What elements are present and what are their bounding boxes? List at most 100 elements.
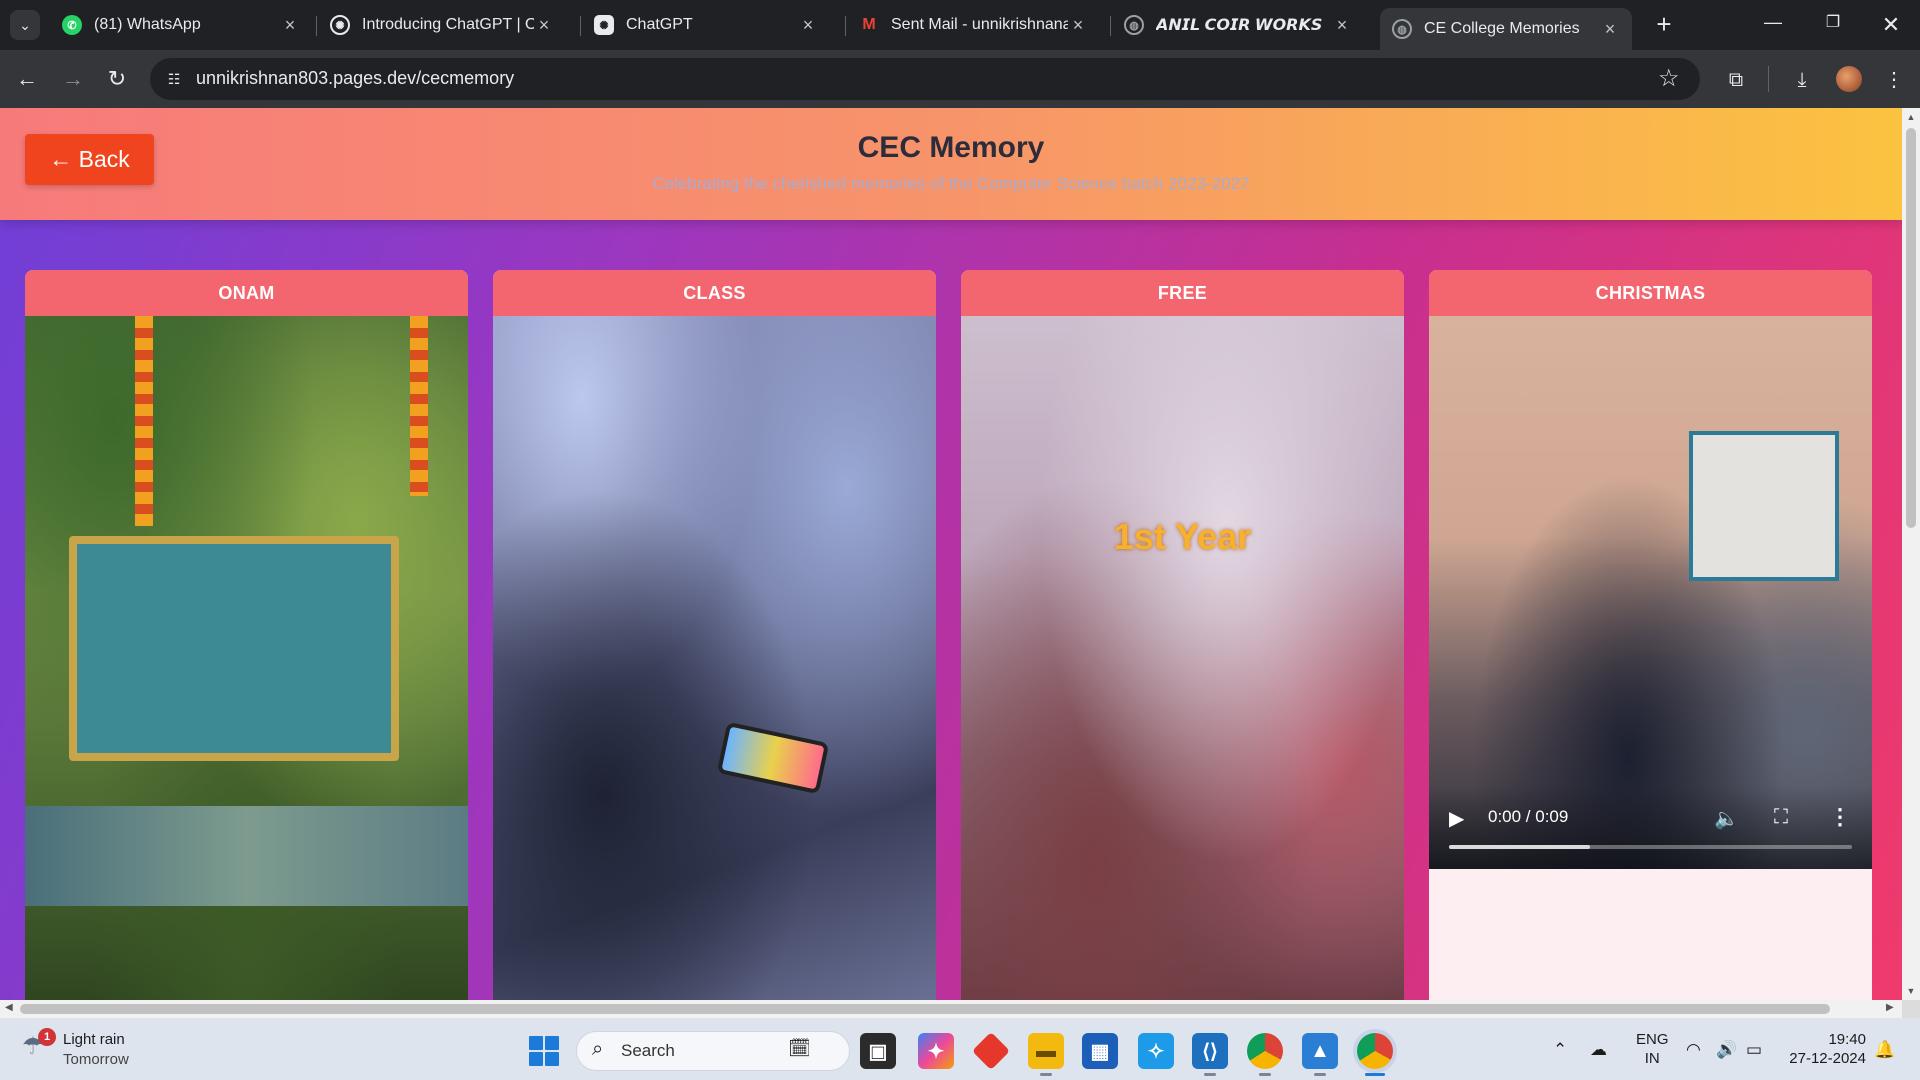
start-button[interactable] — [529, 1036, 559, 1066]
vertical-scrollbar[interactable]: ▲ ▼ — [1902, 108, 1920, 1000]
scroll-right-arrow-icon[interactable]: ▶ — [1886, 1002, 1894, 1013]
tab-strip: ⌄ ✆ (81) WhatsApp × ✺ Introducing ChatGP… — [0, 0, 1920, 50]
scroll-corner — [1902, 1000, 1920, 1018]
memory-card-free[interactable]: FREE 1st Year — [961, 270, 1404, 1000]
microsoft-store-icon[interactable]: ▦ — [1082, 1033, 1118, 1069]
toolbar-separator — [1768, 66, 1769, 92]
video-buffer-bar — [1449, 845, 1591, 849]
scroll-down-arrow-icon[interactable]: ▼ — [1906, 986, 1916, 996]
new-tab-button[interactable]: + — [1650, 11, 1678, 39]
volume-icon[interactable]: 🔊 — [1716, 1040, 1737, 1060]
notification-bell-icon[interactable]: 🔔 — [1874, 1040, 1895, 1060]
close-icon[interactable]: × — [534, 15, 554, 36]
close-icon[interactable]: × — [1600, 19, 1620, 40]
extensions-icon[interactable]: ⧉ — [1722, 66, 1750, 94]
tab-separator — [845, 16, 846, 36]
tab-title: Introducing ChatGPT | Ope — [362, 16, 534, 33]
task-view-icon[interactable]: ▣ — [860, 1033, 896, 1069]
flower-garland — [410, 316, 428, 496]
page-subtitle: Celebrating the cherished memories of th… — [652, 174, 1250, 193]
file-explorer-icon[interactable]: ▬ — [1028, 1033, 1064, 1069]
tab-separator — [1110, 16, 1111, 36]
page-viewport: ← Back CEC Memory Celebrating the cheris… — [0, 108, 1902, 1000]
reload-button[interactable]: ↻ — [102, 64, 132, 94]
tab-introducing-chatgpt[interactable]: ✺ Introducing ChatGPT | Ope × — [318, 8, 566, 42]
page-header: ← Back CEC Memory Celebrating the cheris… — [0, 108, 1902, 220]
close-icon[interactable]: × — [798, 15, 818, 36]
close-icon[interactable]: × — [1068, 15, 1088, 36]
language-indicator[interactable]: ENG IN — [1636, 1030, 1669, 1068]
wifi-icon[interactable]: ◠ — [1686, 1040, 1701, 1060]
christmas-video[interactable]: ▶ 0:00 / 0:09 🔈 ⛶ ⋮ — [1429, 316, 1872, 869]
memory-card-class[interactable]: CLASS — [493, 270, 936, 1000]
windows-taskbar — [0, 1018, 1920, 1080]
close-icon[interactable]: × — [1332, 15, 1352, 36]
forward-nav-button[interactable]: → — [58, 64, 88, 94]
download-icon[interactable]: ⤓ — [1788, 66, 1816, 94]
card-title: CLASS — [493, 270, 936, 316]
chevron-down-icon: ⌄ — [19, 16, 31, 33]
tab-separator — [580, 16, 581, 36]
weather-condition[interactable]: Light rain — [63, 1031, 125, 1048]
chrome-profile-icon[interactable] — [1357, 1033, 1393, 1069]
system-clock[interactable]: 19:40 27-12-2024 — [1786, 1030, 1866, 1068]
bookmark-star-icon[interactable]: ☆ — [1658, 64, 1680, 93]
back-nav-button[interactable]: ← — [12, 64, 42, 94]
tab-anil-coir-works[interactable]: ◍ 𝘼𝙉𝙄𝙇 𝘾𝙊𝙄𝙍 𝙒𝙊𝙍𝙆𝙎 × — [1112, 8, 1364, 42]
onedrive-icon[interactable]: ☁ — [1590, 1040, 1607, 1060]
photos-icon[interactable]: ▲ — [1302, 1033, 1338, 1069]
vertical-scroll-thumb[interactable] — [1906, 128, 1916, 528]
tab-ce-college-memories[interactable]: ◍ CE College Memories × — [1380, 8, 1632, 50]
taskbar-search-placeholder[interactable]: Search — [621, 1041, 675, 1061]
free-photo[interactable]: 1st Year — [961, 316, 1404, 1000]
volume-icon[interactable]: 🔈 — [1714, 806, 1739, 831]
tab-title: 𝘼𝙉𝙄𝙇 𝘾𝙊𝙄𝙍 𝙒𝙊𝙍𝙆𝙎 — [1156, 17, 1323, 34]
tab-whatsapp[interactable]: ✆ (81) WhatsApp × — [50, 8, 312, 42]
class-photo[interactable] — [493, 316, 936, 1000]
close-window-button[interactable]: ✕ — [1876, 12, 1906, 38]
show-hidden-icons-chevron-icon[interactable]: ⌃ — [1553, 1040, 1567, 1060]
card-title: CHRISTMAS — [1429, 270, 1872, 316]
restore-button[interactable]: ❐ — [1818, 12, 1848, 38]
close-icon[interactable]: × — [280, 15, 300, 36]
edge-dev-icon[interactable]: ✧ — [1138, 1033, 1174, 1069]
copilot-icon[interactable]: ✦ — [918, 1033, 954, 1069]
globe-icon: ◍ — [1392, 19, 1412, 39]
horizontal-scroll-thumb[interactable] — [20, 1004, 1830, 1014]
more-options-icon[interactable]: ⋮ — [1829, 804, 1851, 830]
running-indicator — [1365, 1073, 1385, 1076]
onam-photo[interactable] — [25, 316, 468, 1000]
tab-title: Sent Mail - unnikrishnana8 — [891, 16, 1068, 33]
profile-avatar[interactable] — [1836, 66, 1862, 92]
running-indicator — [1314, 1073, 1326, 1076]
fullscreen-icon[interactable]: ⛶ — [1774, 806, 1788, 829]
chrome-icon[interactable] — [1247, 1033, 1283, 1069]
url-text[interactable]: unnikrishnan803.pages.dev/cecmemory — [196, 68, 514, 89]
card-title: FREE — [961, 270, 1404, 316]
gmail-icon: M — [862, 16, 876, 33]
site-info-icon[interactable]: ☷ — [164, 69, 184, 89]
running-indicator — [1259, 1073, 1271, 1076]
menu-kebab-icon[interactable]: ⋮ — [1880, 66, 1908, 94]
play-icon[interactable]: ▶ — [1449, 806, 1464, 831]
minimize-button[interactable]: — — [1758, 12, 1788, 38]
running-indicator — [1204, 1073, 1216, 1076]
video-controls: ▶ 0:00 / 0:09 🔈 ⛶ ⋮ — [1429, 786, 1872, 869]
battery-icon[interactable]: ▭ — [1746, 1040, 1762, 1060]
memory-card-onam[interactable]: ONAM — [25, 270, 468, 1000]
scroll-up-arrow-icon[interactable]: ▲ — [1906, 112, 1916, 122]
tab-gmail[interactable]: M Sent Mail - unnikrishnana8 × — [847, 8, 1100, 42]
tab-search-button[interactable]: ⌄ — [10, 10, 40, 40]
tab-chatgpt[interactable]: ✺ ChatGPT × — [582, 8, 830, 42]
video-progress-track[interactable] — [1449, 845, 1852, 849]
vscode-icon[interactable]: ⟨⟩ — [1192, 1033, 1228, 1069]
card-title: ONAM — [25, 270, 468, 316]
weather-when[interactable]: Tomorrow — [63, 1051, 129, 1068]
horizontal-scrollbar[interactable]: ◀ ▶ — [0, 1000, 1902, 1018]
flower-garland — [135, 316, 153, 526]
tab-title: CE College Memories — [1424, 20, 1580, 37]
scroll-left-arrow-icon[interactable]: ◀ — [5, 1002, 13, 1013]
clock-time: 19:40 — [1828, 1031, 1866, 1048]
photo-caption: 1st Year — [1113, 516, 1252, 557]
memory-card-christmas[interactable]: CHRISTMAS ▶ 0:00 / 0:09 🔈 ⛶ ⋮ — [1429, 270, 1872, 1000]
